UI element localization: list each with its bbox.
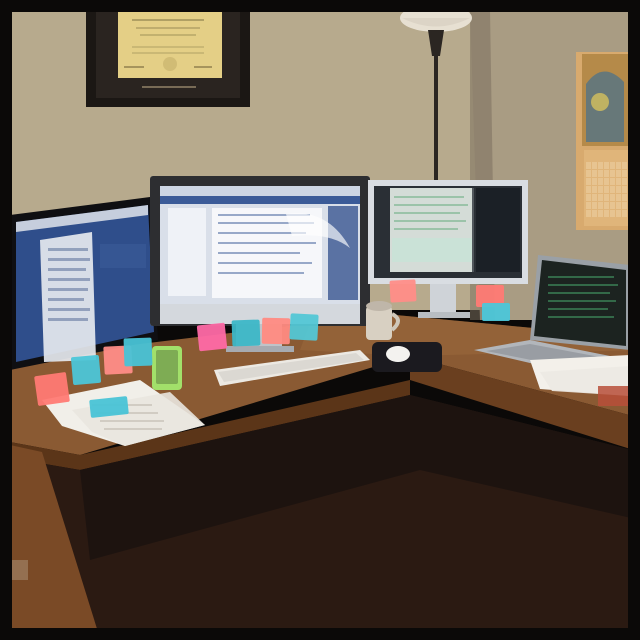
calendar-cell xyxy=(604,178,609,185)
sticky-note xyxy=(34,372,70,406)
calendar-cell xyxy=(616,202,621,209)
calendar-cell xyxy=(586,210,591,217)
calendar-cell xyxy=(592,178,597,185)
calendar-cell xyxy=(610,186,615,193)
calendar-cell xyxy=(592,194,597,201)
calendar-cell xyxy=(592,210,597,217)
calendar-grid xyxy=(586,162,627,217)
calendar-cell xyxy=(604,186,609,193)
calendar-cell xyxy=(616,186,621,193)
calendar-cell xyxy=(622,194,627,201)
calendar-cell xyxy=(616,170,621,177)
calendar-cell xyxy=(610,210,615,217)
imac-chin xyxy=(160,304,360,324)
calendar-cell xyxy=(622,202,627,209)
calendar-cell xyxy=(598,170,603,177)
sticky-note xyxy=(261,317,291,345)
calendar-cell xyxy=(610,178,615,185)
laptop-screen xyxy=(534,260,626,346)
calendar-cell xyxy=(622,210,627,217)
calendar-cell xyxy=(604,162,609,169)
calendar-cell xyxy=(586,178,591,185)
sticky-note xyxy=(123,337,153,367)
calendar-cell xyxy=(616,194,621,201)
calendar-cell xyxy=(610,170,615,177)
calendar-cell xyxy=(622,170,627,177)
sticky-note xyxy=(70,354,102,386)
calendar-cell xyxy=(604,210,609,217)
calendar-cell xyxy=(610,202,615,209)
sticky-note xyxy=(196,322,228,352)
calendar-cell xyxy=(598,178,603,185)
calendar-cell xyxy=(586,170,591,177)
calendar-cell xyxy=(616,178,621,185)
calendar-cell xyxy=(592,170,597,177)
calendar-cell xyxy=(622,162,627,169)
calendar-cell xyxy=(622,186,627,193)
center-imac xyxy=(150,176,370,352)
calendar-cell xyxy=(586,194,591,201)
calendar-cell xyxy=(586,186,591,193)
desk-photo-svg xyxy=(0,0,640,640)
right-monitor-stand xyxy=(430,284,456,314)
smartphone xyxy=(152,346,182,390)
calendar-cell xyxy=(592,162,597,169)
calendar-cell xyxy=(592,202,597,209)
calendar-cell xyxy=(616,210,621,217)
mousepad xyxy=(372,342,442,372)
mouse xyxy=(386,346,410,362)
sticky-note xyxy=(231,319,261,347)
framed-diploma xyxy=(86,10,250,107)
calendar-cell xyxy=(592,186,597,193)
calendar-cell xyxy=(622,178,627,185)
calendar-cell xyxy=(598,162,603,169)
calendar-cell xyxy=(586,162,591,169)
calendar-cell xyxy=(610,162,615,169)
calendar-cell xyxy=(598,210,603,217)
calendar-cell xyxy=(610,194,615,201)
calendar-cell xyxy=(604,194,609,201)
calendar-cell xyxy=(598,194,603,201)
calendar-cell xyxy=(604,202,609,209)
sticky-note xyxy=(289,313,319,341)
sticky-note xyxy=(389,279,417,303)
calendar-cell xyxy=(598,202,603,209)
calendar-cell xyxy=(586,202,591,209)
calendar-cell xyxy=(604,170,609,177)
calendar-cell xyxy=(598,186,603,193)
desk-photo-scene xyxy=(0,0,640,640)
sticky-note xyxy=(482,303,510,321)
wall-calendar xyxy=(576,52,630,230)
calendar-cell xyxy=(616,162,621,169)
